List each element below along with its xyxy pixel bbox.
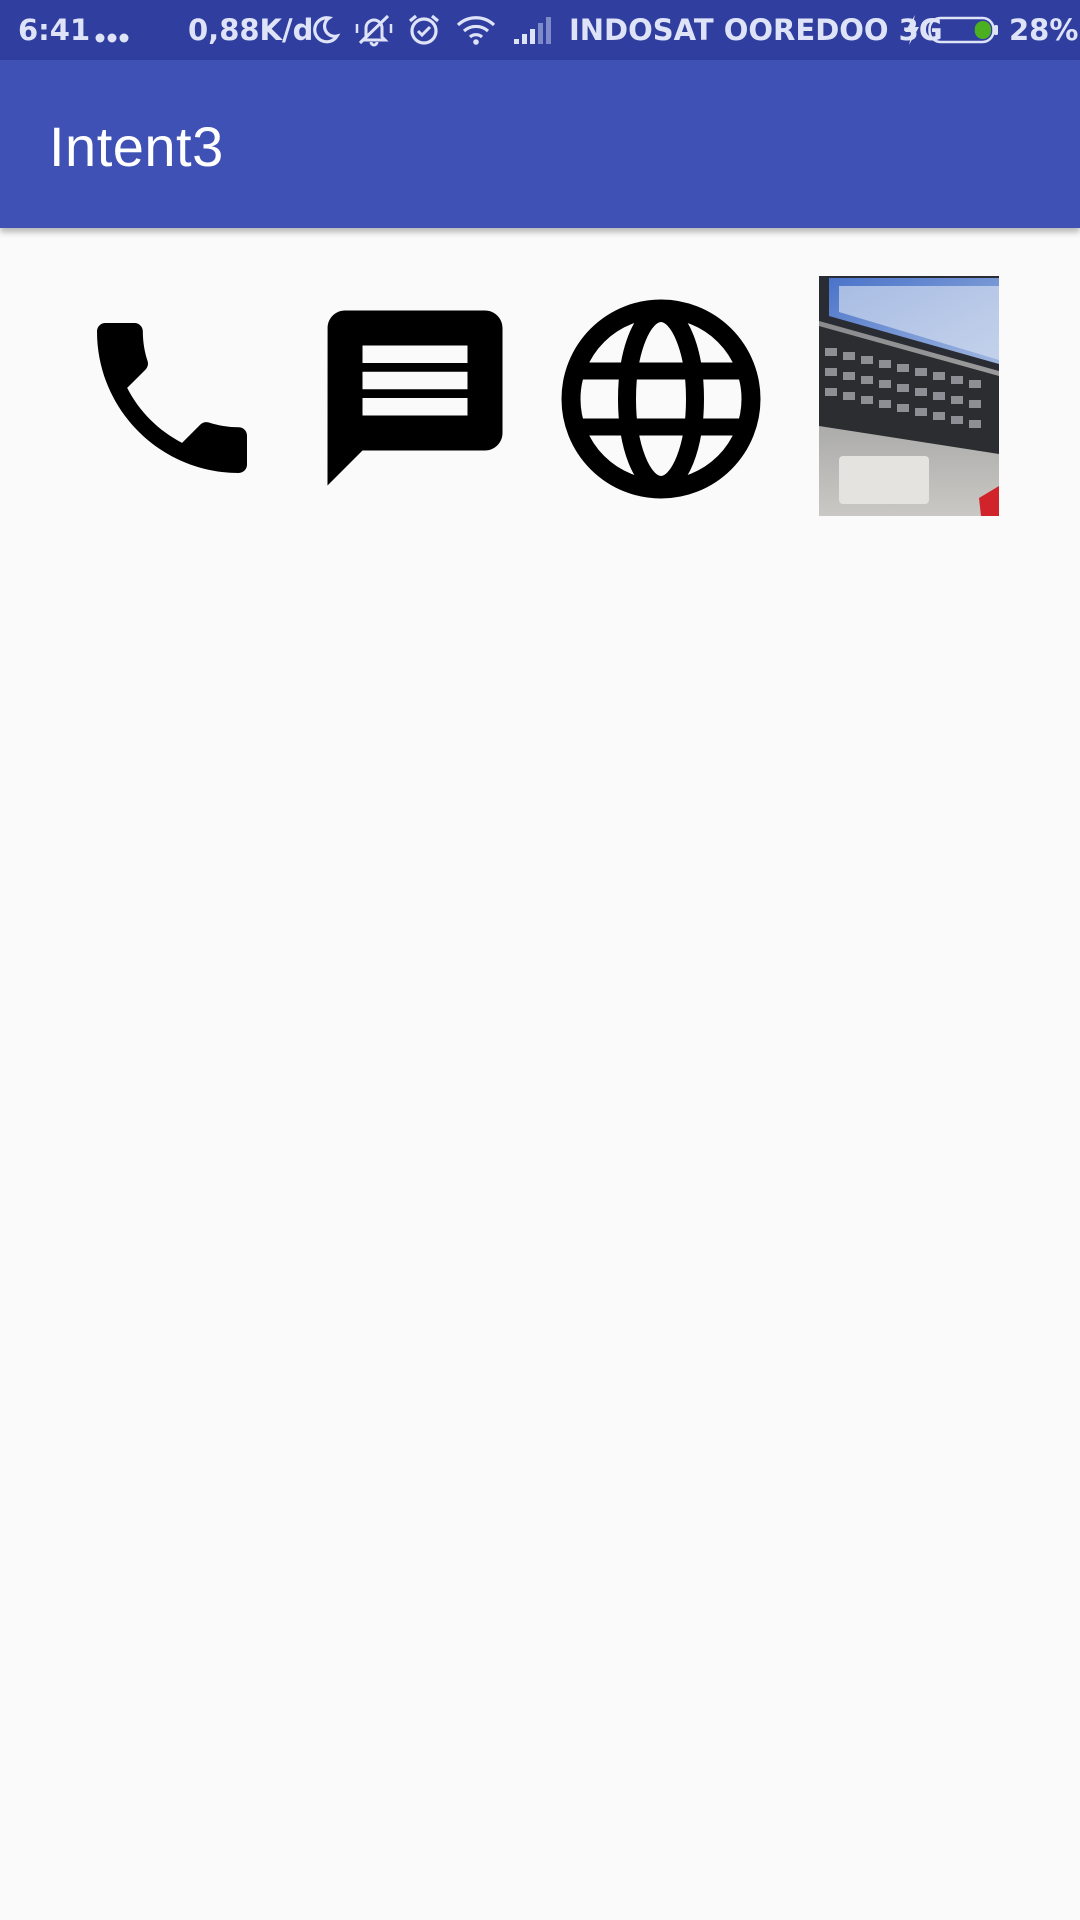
signal-icon [512,0,552,60]
moon-icon [309,0,341,60]
charging-icon [902,0,922,60]
status-battery-percent: 28% [1009,13,1079,47]
main-content [0,228,1080,1920]
status-data-speed: 0,88K/d [188,13,314,47]
status-bar: 6:41 0,88K/d INDOSAT OOREDOO 3G 28% [0,0,1080,60]
page-title: Intent3 [49,115,224,178]
message-icon [327,310,503,486]
alarm-icon [407,0,441,60]
phone-button[interactable] [72,298,272,498]
battery-icon [928,0,1000,60]
web-button[interactable] [556,294,766,504]
status-time: 6:41 [18,13,91,47]
phone-icon [97,323,247,473]
globe-icon [561,299,761,499]
app-bar: Intent3 [0,60,1080,228]
battery-level-fill [974,21,991,39]
status-carrier: INDOSAT OOREDOO 3G [569,13,943,47]
camera-photo-button[interactable] [819,276,999,516]
message-button[interactable] [310,293,520,503]
wifi-icon [455,0,497,60]
silent-bell-icon [354,0,394,60]
photo-thumbnail [819,276,999,516]
more-notifications-icon [94,0,130,60]
